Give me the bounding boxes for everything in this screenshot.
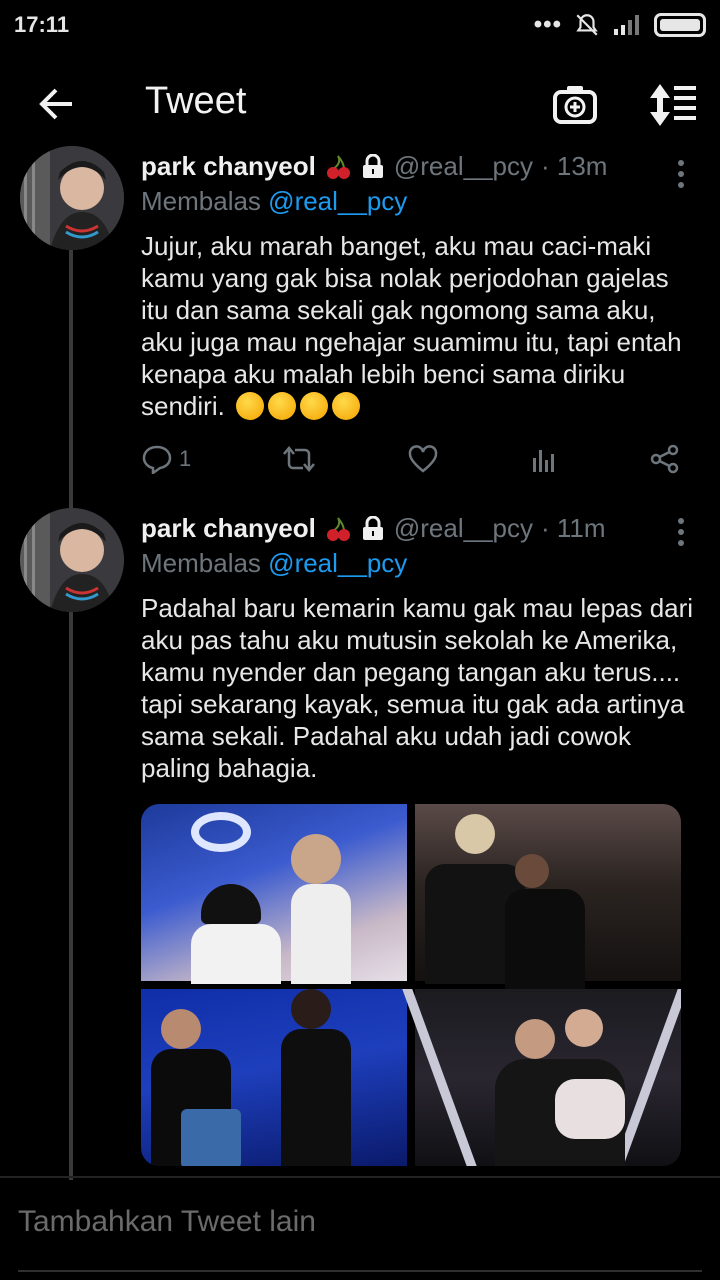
status-icons: ••• (534, 11, 706, 39)
back-arrow-icon[interactable] (34, 82, 78, 126)
page-title: Tweet (145, 80, 247, 122)
more-icon[interactable] (678, 518, 686, 551)
like-icon[interactable] (407, 444, 439, 474)
analytics-icon[interactable] (529, 444, 559, 474)
tweet-text-content: Jujur, aku marah banget, aku mau caci-ma… (141, 231, 682, 421)
reply-count: 1 (179, 446, 192, 471)
media-photo-3[interactable] (141, 989, 407, 1166)
media-grid (141, 804, 681, 1166)
media-photo-1[interactable] (141, 804, 407, 984)
timestamp: · 11m (541, 513, 606, 543)
top-app-bar: Tweet (0, 60, 720, 150)
reply-prefix: Membalas (141, 548, 261, 578)
signal-icon (614, 15, 639, 35)
media-photo-4[interactable] (402, 989, 681, 1166)
cherry-icon (326, 516, 350, 541)
timestamp: · 13m (541, 151, 608, 181)
reply-mention[interactable]: @real__pcy (268, 548, 407, 578)
share-icon[interactable] (649, 444, 681, 474)
reply-button[interactable]: 1 (141, 444, 191, 474)
sort-icon[interactable] (646, 82, 698, 128)
display-name[interactable]: park chanyeol (141, 151, 316, 182)
battery-icon (654, 13, 706, 37)
tweet-actions: 1 (141, 444, 681, 474)
laughing-emoji-icon (232, 391, 361, 421)
more-icon[interactable] (678, 160, 686, 193)
display-name[interactable]: park chanyeol (141, 513, 316, 544)
tweet-text: Jujur, aku marah banget, aku mau caci-ma… (141, 230, 701, 422)
status-bar: 17:11 ••• (0, 0, 720, 50)
more-status-dots: ••• (533, 11, 562, 38)
compose-divider (0, 1176, 720, 1178)
tweet-text: Padahal baru kemarin kamu gak mau lepas … (141, 592, 701, 784)
tweet-text-content: Padahal baru kemarin kamu gak mau lepas … (141, 593, 694, 783)
media-photo-2[interactable] (415, 804, 681, 989)
retweet-icon[interactable] (281, 444, 317, 474)
tweet-header: park chanyeol @real__pcy · 13m (141, 151, 607, 182)
compose-underline (18, 1270, 702, 1272)
lock-icon (362, 515, 383, 540)
avatar[interactable] (20, 146, 124, 250)
tweet-header: park chanyeol @real__pcy · 11m (141, 513, 606, 544)
reply-mention[interactable]: @real__pcy (268, 186, 407, 216)
reply-context: Membalas @real__pcy (141, 548, 407, 579)
reply-context: Membalas @real__pcy (141, 186, 407, 217)
cherry-icon (326, 154, 350, 179)
handle[interactable]: @real__pcy (394, 513, 533, 544)
thread-connector-line (69, 250, 73, 1180)
avatar[interactable] (20, 508, 124, 612)
status-time: 17:11 (14, 12, 70, 37)
camera-plus-icon[interactable] (552, 82, 598, 128)
reply-prefix: Membalas (141, 186, 261, 216)
reply-icon (142, 445, 172, 474)
handle[interactable]: @real__pcy (394, 151, 533, 182)
muted-bell-icon (576, 14, 598, 36)
lock-icon (362, 153, 383, 178)
add-tweet-input[interactable]: Tambahkan Tweet lain (18, 1205, 316, 1239)
